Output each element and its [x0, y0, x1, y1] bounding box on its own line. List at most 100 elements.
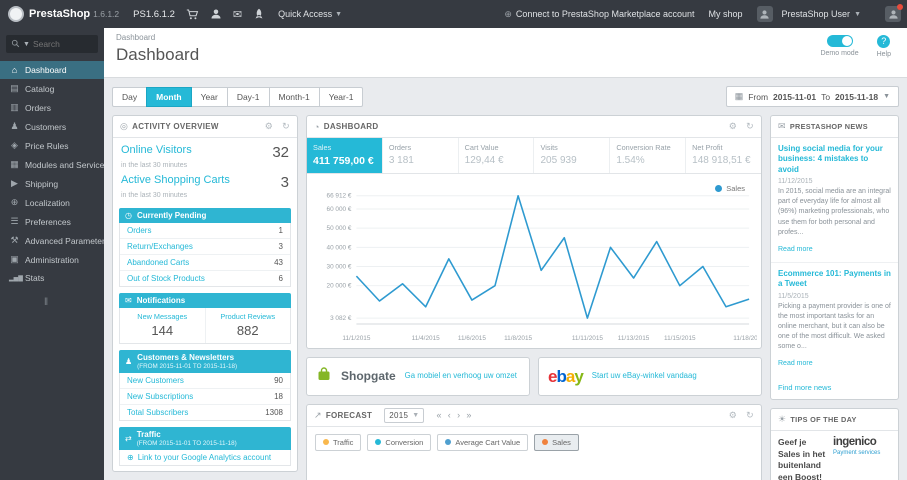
filter-row: Day Month Year Day-1 Month-1 Year-1 ▦ Fr…: [112, 86, 899, 107]
first-page-icon[interactable]: «: [434, 410, 443, 420]
kpi-tab-cart-value[interactable]: Cart Value 129,44 €: [457, 138, 534, 173]
online-visitors-link[interactable]: Online Visitors: [121, 144, 192, 156]
last-page-icon[interactable]: »: [464, 410, 473, 420]
orders-cart-icon[interactable]: [186, 8, 199, 21]
period-month-1-button[interactable]: Month-1: [268, 86, 320, 107]
date-range-picker[interactable]: ▦ From 2015-11-01 To 2015-11-18 ▼: [725, 86, 899, 107]
kpi-tab-conversion-rate[interactable]: Conversion Rate 1.54%: [609, 138, 685, 173]
abandoned-carts-row[interactable]: Abandoned Carts 43: [120, 255, 290, 271]
find-more-news-link[interactable]: Find more news: [771, 376, 898, 399]
read-more-link[interactable]: Read more: [778, 360, 813, 367]
shopgate-promo-card[interactable]: Shopgate Ga mobiel en verhoog uw omzet: [306, 356, 530, 396]
period-month-button[interactable]: Month: [146, 86, 192, 107]
news-article-title[interactable]: Using social media for your business: 4 …: [778, 144, 891, 175]
sidebar-item-localization[interactable]: ⊕ Localization: [0, 193, 104, 212]
sidebar-item-shipping[interactable]: ▶ Shipping: [0, 174, 104, 193]
chevron-down-icon: ▼: [883, 93, 890, 100]
messages-icon[interactable]: ✉: [233, 8, 242, 21]
out-of-stock-row[interactable]: Out of Stock Products 6: [120, 271, 290, 286]
help-icon[interactable]: ?: [877, 35, 891, 48]
news-article-title[interactable]: Ecommerce 101: Payments in a Tweet: [778, 269, 891, 290]
ebay-promo-card[interactable]: ebay Start uw eBay-winkel vandaag: [538, 356, 762, 396]
search-input[interactable]: [32, 39, 93, 49]
kpi-tab-visits[interactable]: Visits 205 939: [533, 138, 609, 173]
sidebar-item-preferences[interactable]: ☰ Preferences: [0, 212, 104, 231]
total-subscribers-row[interactable]: Total Subscribers 1308: [120, 405, 290, 420]
gear-icon[interactable]: ⚙: [265, 121, 273, 132]
sidebar-item-advanced-parameters[interactable]: ⚒ Advanced Parameters: [0, 231, 104, 250]
truck-icon: ▶: [11, 178, 18, 188]
sidebar-item-modules[interactable]: ▦ Modules and Services: [0, 155, 104, 174]
gear-icon[interactable]: ⚙: [729, 121, 737, 132]
new-messages-cell[interactable]: New Messages 144: [120, 308, 205, 343]
forecast-toggle-sales[interactable]: Sales: [534, 433, 579, 451]
sidebar-search[interactable]: ▼: [6, 35, 98, 53]
kpi-tab-net-profit[interactable]: Net Profit 148 918,51 €: [685, 138, 761, 173]
marketplace-link[interactable]: ⊕ Connect to PrestaShop Marketplace acco…: [504, 9, 694, 20]
tip-headline: Geef je Sales in het buitenland een Boos…: [778, 437, 826, 480]
next-page-icon[interactable]: ›: [455, 410, 462, 420]
period-year-button[interactable]: Year: [190, 86, 228, 107]
forecast-year-select[interactable]: 2015 ▼: [384, 407, 425, 423]
sidebar-item-price-rules[interactable]: ◈ Price Rules: [0, 136, 104, 155]
demo-mode-label: Demo mode: [820, 50, 859, 57]
shop-name[interactable]: PS1.6.1.2: [133, 9, 175, 20]
new-customers-row[interactable]: New Customers 90: [120, 373, 290, 389]
demo-mode-toggle[interactable]: [826, 35, 853, 47]
ebay-link[interactable]: Start uw eBay-winkel vandaag: [592, 371, 697, 381]
kpi-tab-sales[interactable]: Sales 411 759,00 €: [307, 138, 382, 173]
sidebar-item-customers[interactable]: ♟ Customers: [0, 117, 104, 136]
sidebar-item-catalog[interactable]: ▤ Catalog: [0, 79, 104, 98]
product-reviews-cell[interactable]: Product Reviews 882: [204, 308, 291, 343]
pending-returns-row[interactable]: Return/Exchanges 3: [120, 239, 290, 255]
forecast-toggle-average-cart-value[interactable]: Average Cart Value: [437, 433, 529, 451]
refresh-icon[interactable]: ↻: [746, 410, 754, 421]
traffic-icon: ⇄: [125, 434, 132, 443]
sales-chart-container: 3 082 € 20 000 € 30 000 € 40 000 € 50 000 € 6…: [307, 174, 761, 348]
puzzle-icon: ▦: [10, 159, 19, 169]
svg-text:30 000 €: 30 000 €: [327, 263, 352, 270]
refresh-icon[interactable]: ↻: [746, 121, 754, 132]
quick-access-menu[interactable]: Quick Access ▼: [278, 9, 342, 19]
gauge-icon: ◔: [314, 121, 320, 132]
sidebar-collapse-toggle[interactable]: ‖: [44, 297, 104, 308]
pending-orders-row[interactable]: Orders 1: [120, 223, 290, 239]
traffic-date-range: (FROM 2015-11-01 TO 2015-11-18): [136, 440, 237, 447]
search-scope-chevron-icon[interactable]: ▼: [23, 41, 30, 48]
forecast-toggle-conversion[interactable]: Conversion: [367, 433, 432, 451]
refresh-icon[interactable]: ↻: [282, 121, 290, 132]
conversion-dot: [375, 439, 382, 446]
my-shop-link[interactable]: My shop: [709, 9, 743, 19]
customers-person-icon[interactable]: [210, 8, 222, 20]
forecast-toggle-traffic[interactable]: Traffic: [315, 433, 362, 451]
rocket-icon[interactable]: [253, 8, 265, 20]
active-carts-link[interactable]: Active Shopping Carts: [121, 174, 230, 186]
period-day-1-button[interactable]: Day-1: [226, 86, 270, 107]
notifications-avatar[interactable]: [885, 4, 903, 22]
period-year-1-button[interactable]: Year-1: [318, 86, 364, 107]
tag-icon: ◈: [11, 140, 18, 150]
breadcrumb: Dashboard: [116, 33, 156, 42]
sidebar-item-stats[interactable]: ▂▅▇ Stats: [0, 269, 104, 287]
page-header: Dashboard Dashboard Demo mode ? Help: [104, 28, 907, 78]
google-analytics-link-row[interactable]: ⊕ Link to your Google Analytics account: [120, 450, 290, 465]
read-more-link[interactable]: Read more: [778, 246, 813, 253]
sidebar-item-administration[interactable]: ▣ Administration: [0, 250, 104, 269]
user-menu[interactable]: PrestaShop User ▼: [756, 6, 861, 22]
svg-text:11/13/2015: 11/13/2015: [618, 335, 650, 342]
sidebar-item-dashboard[interactable]: ⌂ Dashboard: [0, 61, 104, 79]
shopgate-link[interactable]: Ga mobiel en verhoog uw omzet: [405, 371, 517, 381]
new-subscriptions-row[interactable]: New Subscriptions 18: [120, 389, 290, 405]
gear-icon[interactable]: ⚙: [729, 410, 737, 421]
person-icon: ♟: [10, 121, 19, 131]
ingenico-logo: ingenico Payment services: [833, 436, 881, 456]
period-day-button[interactable]: Day: [112, 86, 148, 107]
shopgate-wordmark: Shopgate: [341, 369, 396, 384]
svg-text:40 000 €: 40 000 €: [327, 244, 352, 251]
prev-page-icon[interactable]: ‹: [446, 410, 453, 420]
page-title: Dashboard: [116, 45, 200, 64]
brand-version: 1.6.1.2: [93, 9, 120, 19]
kpi-tab-orders[interactable]: Orders 3 181: [381, 138, 458, 173]
link-icon: ⊕: [127, 453, 134, 462]
sidebar-item-orders[interactable]: ▥ Orders: [0, 98, 104, 117]
